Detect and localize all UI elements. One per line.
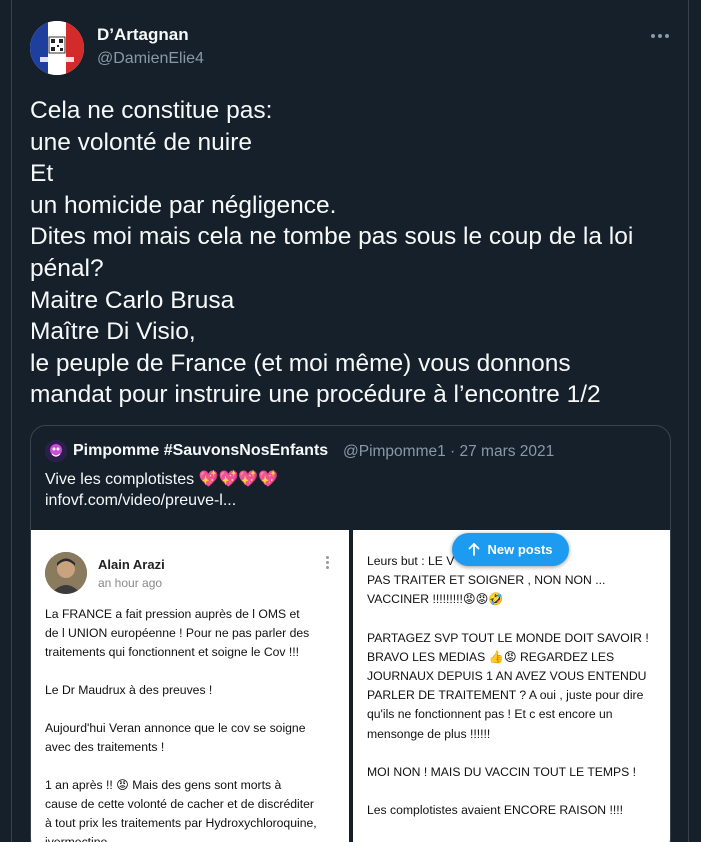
tweet-text-line: mandat pour instruire une procédure à l’… xyxy=(30,381,601,409)
shot-paragraph: MOI NON ! MAIS DU VACCIN TOUT LE TEMPS ! xyxy=(367,764,637,779)
tweet-text-line: un homicide par négligence. xyxy=(30,191,337,219)
tweet-text: Cela ne constitue pas: une volonté de nu… xyxy=(30,95,680,411)
tweet-text-line: Cela ne constitue pas: xyxy=(30,97,273,124)
shot-timestamp: an hour ago xyxy=(98,576,163,590)
column-border-right xyxy=(688,0,689,842)
shot-paragraph: La FRANCE a fait pression auprès de l OM… xyxy=(45,607,310,659)
more-options-button[interactable] xyxy=(645,23,675,49)
more-dot xyxy=(665,34,669,38)
shot-paragraph: Aujourd'hui Veran annonce que le cov se … xyxy=(45,721,306,754)
quoted-tweet-text: Vive les complotistes 💖💖💖💖 xyxy=(45,471,279,488)
shot-paragraph: Le Dr Maudrux à des preuves ! xyxy=(45,683,213,697)
quoted-tweet-link[interactable]: infovf.com/video/preuve-l... xyxy=(45,492,236,510)
tweet-text-line: une volonté de nuire xyxy=(30,128,253,156)
menu-dot xyxy=(326,561,329,564)
author-display-name[interactable]: D’Artagnan xyxy=(97,25,189,45)
shot-post-text-right: Leurs but : LE V PAS TRAITER ET SOIGNER … xyxy=(367,552,667,839)
shot-paragraph: PARTAGEZ SVP TOUT LE MONDE DOIT SAVOIR !… xyxy=(367,630,649,741)
new-posts-button[interactable]: New posts xyxy=(452,533,569,566)
tweet-text-line: pénal? xyxy=(30,254,104,282)
more-horizontal-icon xyxy=(651,34,655,38)
media-image-right[interactable]: Leurs but : LE V PAS TRAITER ET SOIGNER … xyxy=(353,530,670,842)
tweet-text-line: Maitre Carlo Brusa xyxy=(30,286,235,314)
media-image-left[interactable]: Alain Arazi an hour ago La FRANCE a fait… xyxy=(31,530,349,842)
avatar-image xyxy=(30,21,84,75)
arrow-up-icon xyxy=(469,543,480,556)
quoted-avatar-image xyxy=(45,440,67,462)
shot-paragraph: 1 an après !! 😡 Mais des gens sont morts… xyxy=(45,778,317,842)
tweet-text-line: Et xyxy=(30,160,54,188)
shot-avatar-image xyxy=(45,552,87,594)
quoted-author-name[interactable]: Pimpomme #SauvonsNosEnfants xyxy=(73,442,328,460)
new-posts-label: New posts xyxy=(487,542,553,557)
column-border-left xyxy=(11,0,12,842)
menu-dot xyxy=(326,556,329,559)
menu-dot xyxy=(326,566,329,569)
more-dot xyxy=(658,34,662,38)
shot-menu-icon xyxy=(326,556,329,569)
shot-paragraph: Les complotistes avaient ENCORE RAISON !… xyxy=(367,803,624,818)
author-avatar[interactable] xyxy=(30,21,84,75)
quoted-tweet-card[interactable]: Pimpomme #SauvonsNosEnfants @Pimpomme1 ·… xyxy=(30,425,671,842)
author-handle[interactable]: @DamienElie4 xyxy=(97,50,204,68)
quoted-author-meta: @Pimpomme1 · 27 mars 2021 xyxy=(343,443,555,460)
quoted-author-avatar[interactable] xyxy=(45,440,67,462)
shot-author-avatar xyxy=(45,552,87,594)
tweet-text-line: Dites moi mais cela ne tombe pas sous le… xyxy=(30,223,634,251)
tweet-text-line: Maître Di Visio, xyxy=(30,318,196,346)
shot-author-name: Alain Arazi xyxy=(98,557,165,572)
shot-post-text: La FRANCE a fait pression auprès de l OM… xyxy=(45,605,345,842)
tweet-text-line: le peuple de France (et moi même) vous d… xyxy=(30,349,571,377)
